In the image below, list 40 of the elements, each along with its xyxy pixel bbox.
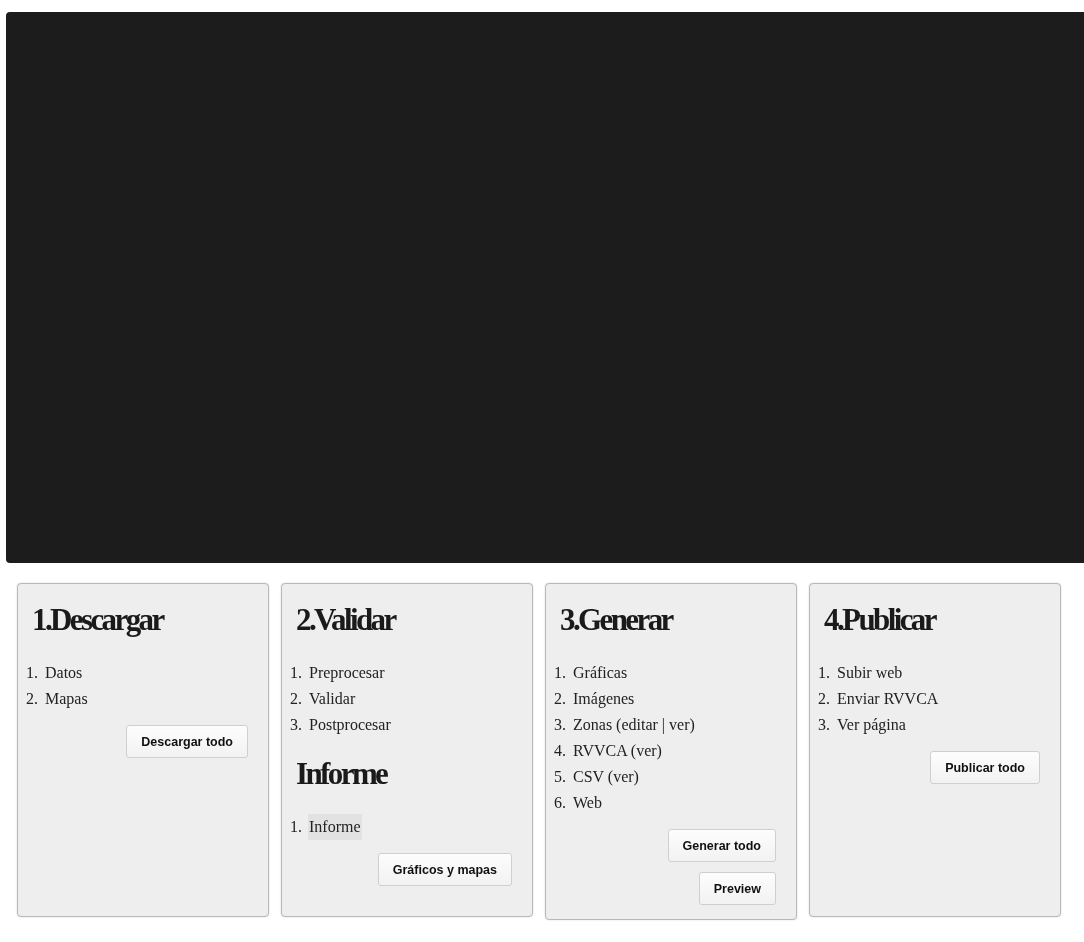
step-item[interactable]: Ver página [836, 712, 907, 738]
action-button[interactable]: Gráficos y mapas [377, 853, 512, 886]
card-heading: Informe [296, 755, 387, 793]
item-number: 3. [554, 715, 567, 735]
step-item[interactable]: Preprocesar [308, 660, 386, 686]
item-number: 3. [818, 715, 831, 735]
item-number: 1. [554, 663, 567, 683]
action-button[interactable]: Publicar todo [930, 751, 1040, 784]
step-item[interactable]: Gráficas [572, 660, 629, 686]
step-item[interactable]: Informe [308, 814, 362, 840]
step-item[interactable]: Mapas [44, 686, 89, 712]
action-button[interactable]: Descargar todo [126, 725, 248, 758]
item-number: 3. [290, 715, 303, 735]
action-button[interactable]: Preview [698, 872, 776, 905]
item-number: 6. [554, 793, 567, 813]
card-heading: 2.Validar [296, 601, 395, 639]
item-number: 5. [554, 767, 567, 787]
card-heading: 3.Generar [560, 601, 672, 639]
step-item[interactable]: Validar [308, 686, 357, 712]
action-button[interactable]: Generar todo [667, 829, 776, 862]
step-item[interactable]: CSV (ver) [572, 764, 640, 790]
item-number: 1. [290, 663, 303, 683]
card-heading: 4.Publicar [824, 601, 935, 639]
item-number: 1. [26, 663, 39, 683]
item-number: 2. [554, 689, 567, 709]
item-number: 2. [290, 689, 303, 709]
card-heading: 1.Descargar [32, 601, 163, 639]
step-item[interactable]: Postprocesar [308, 712, 392, 738]
step-item[interactable]: RVVCA (ver) [572, 738, 663, 764]
item-number: 1. [818, 663, 831, 683]
item-number: 2. [26, 689, 39, 709]
step-item[interactable]: Subir web [836, 660, 904, 686]
step-item[interactable]: Imágenes [572, 686, 636, 712]
step-item[interactable]: Zonas (editar | ver) [572, 712, 696, 738]
step-item[interactable]: Enviar RVVCA [836, 686, 940, 712]
item-number: 4. [554, 741, 567, 761]
item-number: 1. [290, 817, 303, 837]
step-item[interactable]: Web [572, 790, 603, 816]
step-item[interactable]: Datos [44, 660, 84, 686]
item-number: 2. [818, 689, 831, 709]
